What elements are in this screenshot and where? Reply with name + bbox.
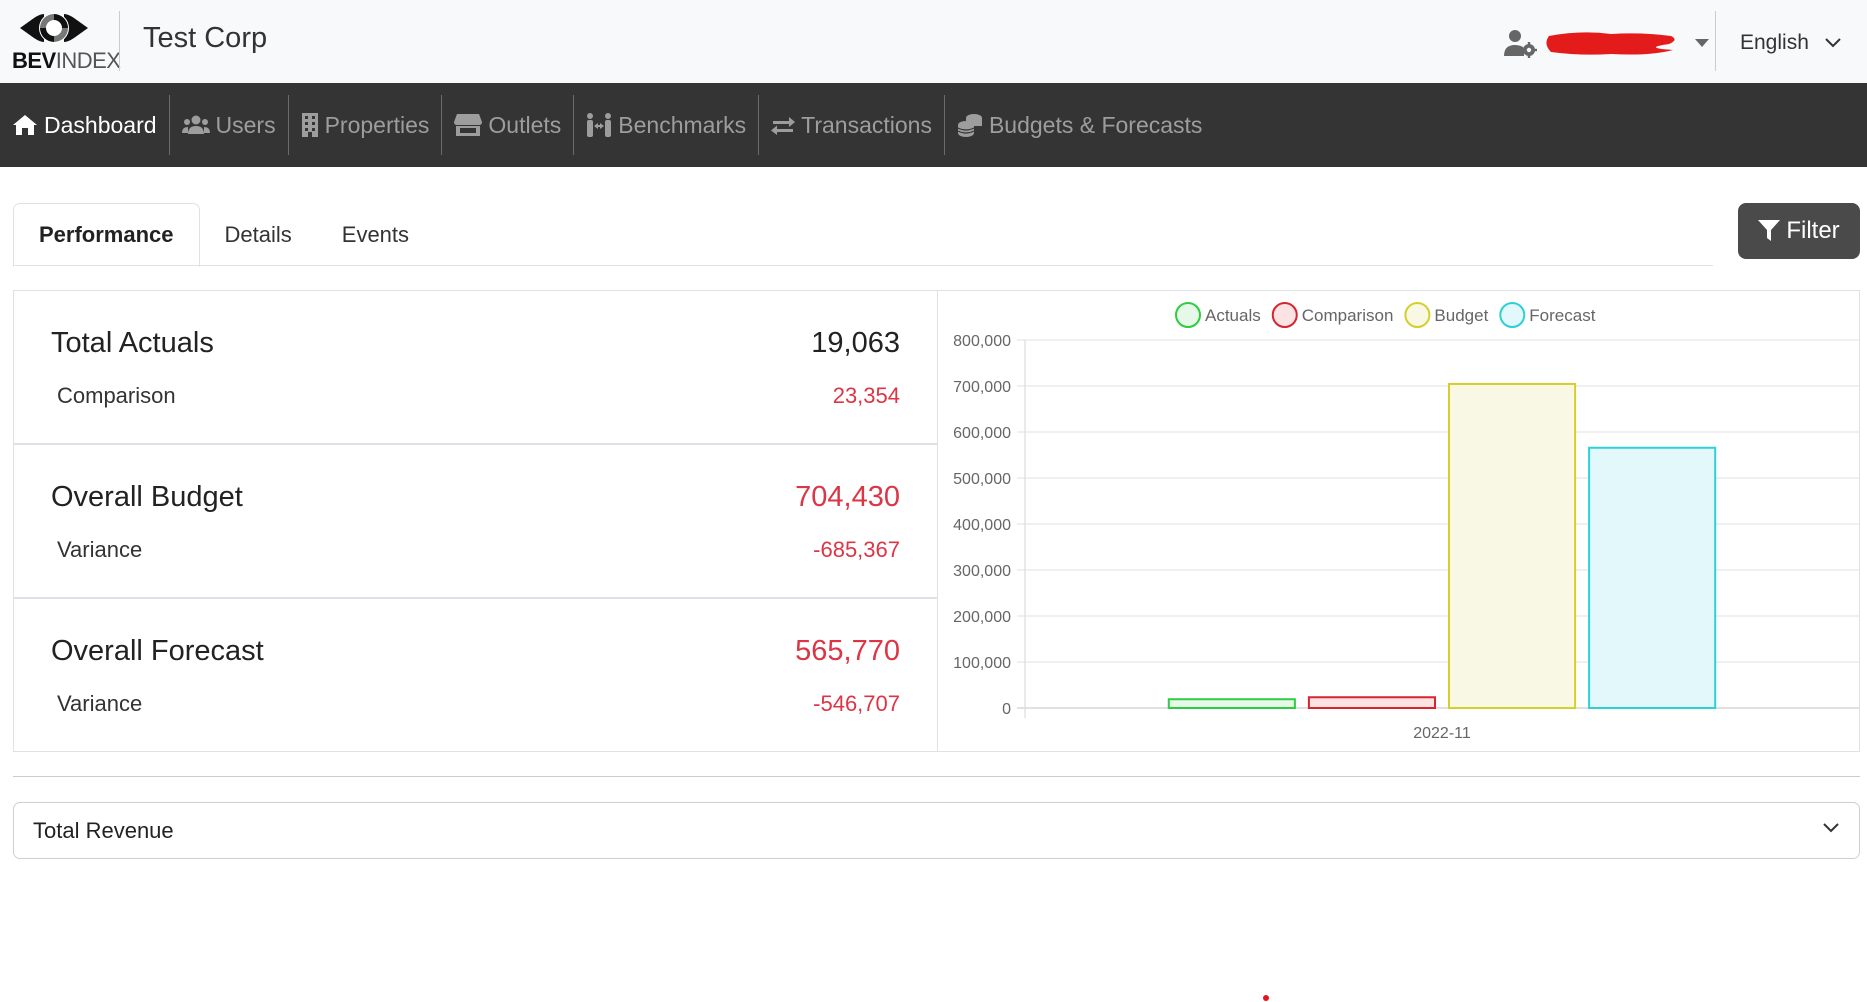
y-tick-label: 500,000 xyxy=(953,471,1011,488)
company-name: Test Corp xyxy=(143,22,268,54)
tab-bar: Performance Details Events xyxy=(13,203,1713,267)
y-tick-label: 800,000 xyxy=(953,333,1011,350)
users-icon xyxy=(181,115,210,134)
y-tick-label: 100,000 xyxy=(953,655,1011,672)
nav-outlets[interactable]: Outlets xyxy=(442,95,575,155)
nav-budgets-forecasts[interactable]: Budgets & Forecasts xyxy=(945,95,1215,155)
kpi-value: 565,770 xyxy=(795,635,900,667)
nav-label: Properties xyxy=(324,111,430,138)
filter-label: Filter xyxy=(1786,217,1840,244)
tab-details[interactable]: Details xyxy=(200,203,317,266)
top-header: BEVINDEX Test Corp English xyxy=(0,0,1867,83)
logo-bold-text: BEV xyxy=(12,48,56,73)
nav-label: Budgets & Forecasts xyxy=(988,111,1203,138)
y-tick-label: 700,000 xyxy=(953,379,1011,396)
x-tick-label: 2022-11 xyxy=(1413,725,1471,742)
caret-down-icon xyxy=(1695,39,1709,47)
kpi-panel: Total Actuals 19,063 Comparison 23,354 O… xyxy=(13,290,938,752)
legend-label: Comparison xyxy=(1302,306,1394,325)
nav-label: Users xyxy=(215,111,276,138)
kpi-value: 19,063 xyxy=(811,327,900,359)
kpi-sub-label: Variance xyxy=(57,691,143,716)
kpi-overall-forecast: Overall Forecast 565,770 Variance -546,7… xyxy=(14,599,938,753)
filter-button[interactable]: Filter xyxy=(1738,203,1860,259)
nav-label: Dashboard xyxy=(44,111,157,138)
section-divider xyxy=(13,776,1860,777)
kpi-value: 704,430 xyxy=(795,481,900,513)
legend-swatch xyxy=(1271,302,1298,328)
header-divider xyxy=(1715,11,1716,71)
bar-actuals xyxy=(1167,698,1296,709)
logo-light-text: INDEX xyxy=(55,48,121,73)
kpi-sub-value: -546,707 xyxy=(813,691,900,716)
bar-forecast xyxy=(1588,446,1717,710)
bar-comparison xyxy=(1307,696,1436,710)
legend-swatch xyxy=(1404,302,1431,328)
performance-bar-chart: 0 100,000 200,000 300,000 400,000 500,000 600,… xyxy=(953,302,1859,742)
kpi-sub-value: -685,367 xyxy=(813,537,900,562)
logo-wordmark: BEVINDEX xyxy=(12,48,121,74)
y-tick-label: 200,000 xyxy=(953,609,1011,626)
performance-chart-card: 0 100,000 200,000 300,000 400,000 500,000 600,… xyxy=(937,290,1860,752)
coins-icon xyxy=(957,114,982,137)
building-icon xyxy=(301,113,318,137)
filter-icon xyxy=(1758,220,1781,241)
tab-events[interactable]: Events xyxy=(317,203,434,266)
nav-transactions[interactable]: Transactions xyxy=(759,95,945,155)
kpi-title: Overall Forecast xyxy=(51,635,264,667)
nav-properties[interactable]: Properties xyxy=(289,95,443,155)
kpi-title: Overall Budget xyxy=(51,481,243,513)
y-tick-label: 0 xyxy=(1002,701,1011,718)
nav-label: Outlets xyxy=(488,111,562,138)
nav-dashboard[interactable]: Dashboard xyxy=(0,95,170,155)
kpi-sub-value: 23,354 xyxy=(832,383,900,408)
accordion-label: Total Revenue xyxy=(33,817,174,843)
y-tick-label: 400,000 xyxy=(953,517,1011,534)
chevron-down-icon xyxy=(1825,38,1841,48)
nav-benchmarks[interactable]: Benchmarks xyxy=(574,95,760,155)
language-dropdown[interactable]: English xyxy=(1740,26,1841,60)
people-arrows-icon xyxy=(587,113,612,137)
bevindex-logo[interactable]: BEVINDEX xyxy=(12,10,121,74)
redacted-username xyxy=(1546,32,1675,55)
eye-logo-icon xyxy=(20,13,88,43)
kpi-sub-label: Variance xyxy=(57,537,143,562)
nav-label: Benchmarks xyxy=(618,111,747,138)
main-nav: Dashboard Users Properties Outlets Bench… xyxy=(0,83,1867,167)
legend-label: Forecast xyxy=(1529,306,1595,325)
bar-budget xyxy=(1448,382,1577,710)
legend-swatch xyxy=(1175,302,1201,328)
y-tick-label: 300,000 xyxy=(953,563,1011,580)
header-divider xyxy=(119,11,120,71)
kpi-overall-budget: Overall Budget 704,430 Variance -685,367 xyxy=(14,445,938,599)
user-menu-dropdown[interactable] xyxy=(1503,26,1709,60)
exchange-icon xyxy=(771,117,796,135)
legend-label: Budget xyxy=(1434,306,1488,325)
y-tick-label: 600,000 xyxy=(953,425,1011,442)
kpi-sub-label: Comparison xyxy=(57,383,176,408)
store-icon xyxy=(454,114,483,136)
cursor-marker xyxy=(1263,995,1269,1001)
kpi-total-actuals: Total Actuals 19,063 Comparison 23,354 xyxy=(14,291,938,445)
legend-label: Actuals xyxy=(1205,306,1261,325)
home-icon xyxy=(13,115,37,135)
nav-label: Transactions xyxy=(801,111,932,138)
legend-swatch xyxy=(1499,302,1526,328)
chevron-down-icon xyxy=(1823,823,1839,833)
nav-users[interactable]: Users xyxy=(170,95,289,155)
user-gear-icon xyxy=(1504,30,1537,58)
language-label: English xyxy=(1740,31,1809,54)
tab-performance[interactable]: Performance xyxy=(13,203,200,267)
total-revenue-accordion[interactable]: Total Revenue xyxy=(13,802,1860,859)
kpi-title: Total Actuals xyxy=(51,327,214,359)
